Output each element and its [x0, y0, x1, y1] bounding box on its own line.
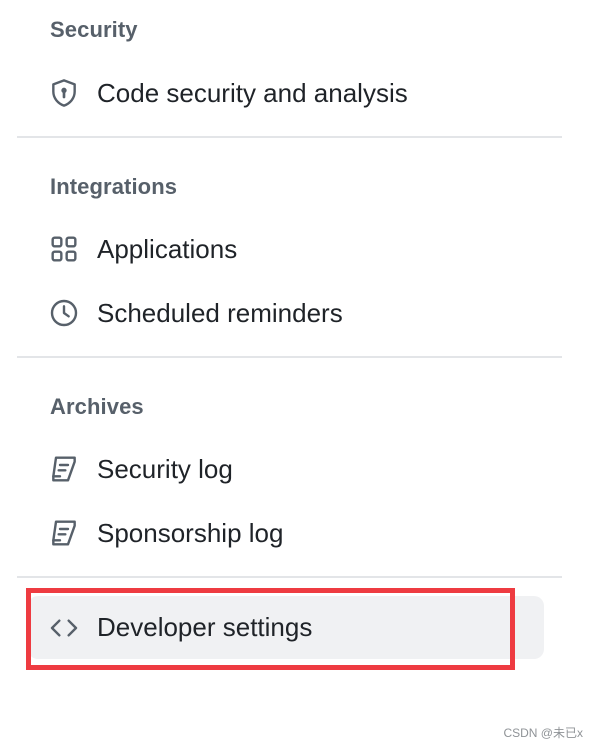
shield-lock-icon [48, 77, 80, 109]
clock-icon [48, 297, 80, 329]
section-divider [17, 356, 562, 358]
sidebar-item-label: Security log [97, 453, 233, 484]
sidebar-item-label: Scheduled reminders [97, 297, 343, 328]
sidebar-item-scheduled-reminders[interactable]: Scheduled reminders [28, 283, 544, 343]
section-divider [17, 136, 562, 138]
sidebar-item-label: Code security and analysis [97, 77, 408, 108]
sidebar-item-security-log[interactable]: Security log [28, 439, 544, 499]
sidebar-item-applications[interactable]: Applications [28, 219, 544, 279]
sidebar-item-developer-settings[interactable]: Developer settings [28, 596, 544, 659]
sidebar-item-label: Applications [97, 233, 238, 264]
sidebar-item-label: Sponsorship log [97, 517, 284, 548]
section-heading-security: Security [50, 17, 138, 42]
section-heading-archives: Archives [50, 394, 144, 419]
apps-grid-icon [48, 233, 80, 265]
code-icon [48, 612, 80, 644]
sidebar-item-sponsorship-log[interactable]: Sponsorship log [28, 503, 544, 563]
watermark: CSDN @未已x [503, 726, 583, 740]
log-icon [48, 453, 80, 485]
log-icon [48, 517, 80, 549]
section-heading-integrations: Integrations [50, 174, 178, 199]
sidebar-item-label: Developer settings [97, 612, 313, 642]
section-divider [17, 576, 562, 578]
sidebar-item-code-security[interactable]: Code security and analysis [28, 63, 544, 123]
